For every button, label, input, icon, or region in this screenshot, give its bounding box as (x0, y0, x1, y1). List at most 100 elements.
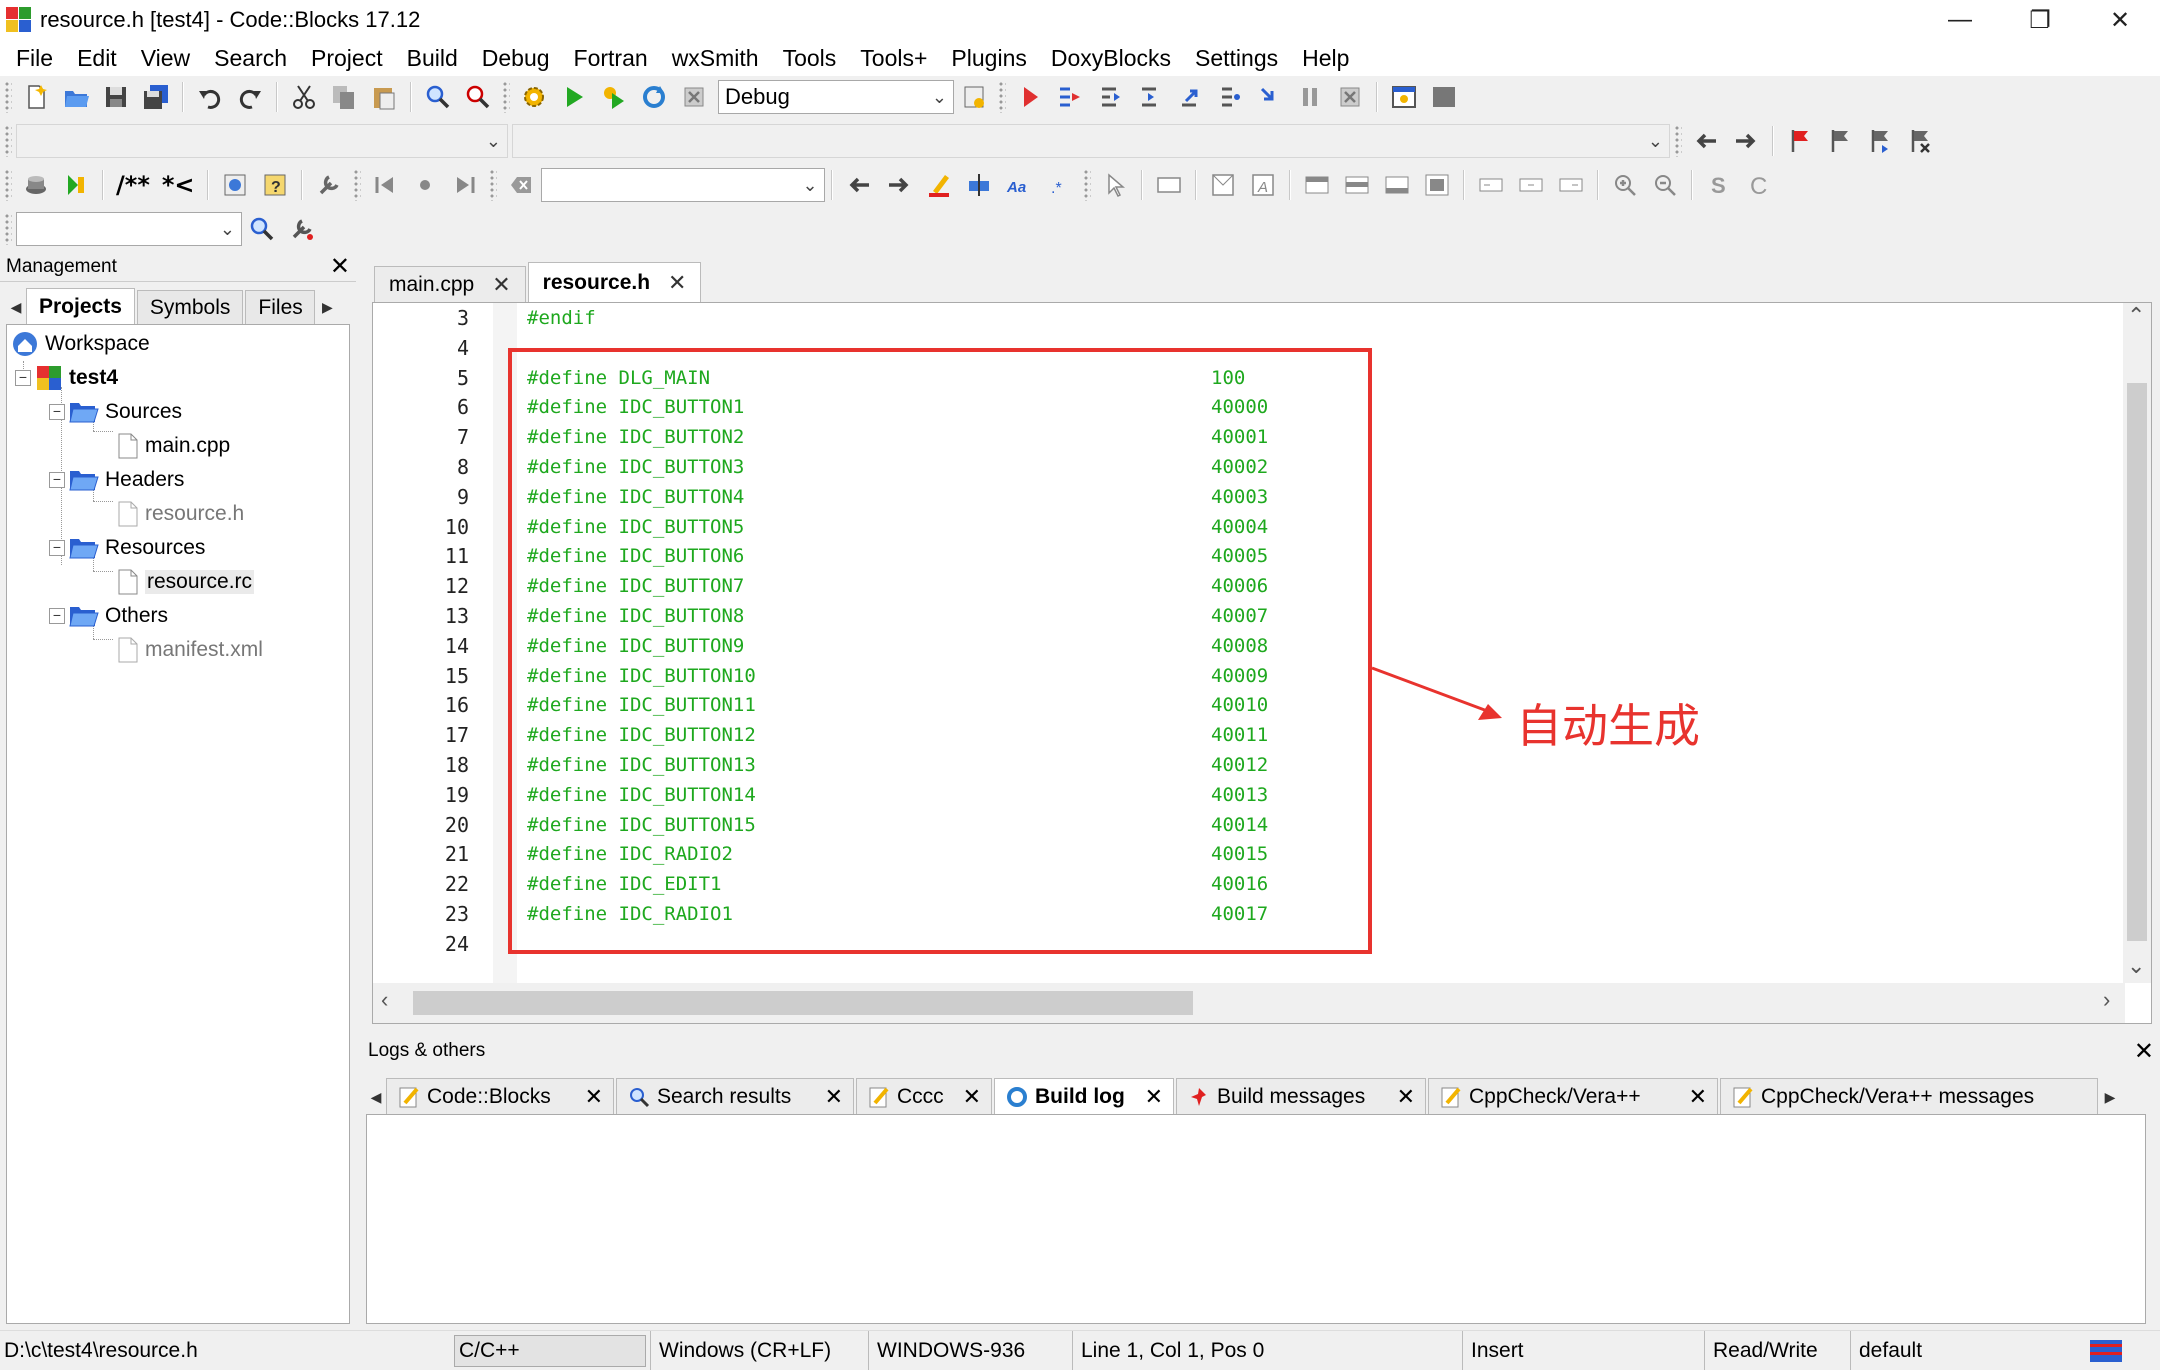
close-icon[interactable]: ✕ (668, 270, 686, 296)
menu-search[interactable]: Search (202, 40, 299, 76)
menu-tools[interactable]: Tools (771, 40, 849, 76)
code-line[interactable]: 6 #define IDC_BUTTON1 40000 (373, 392, 1268, 422)
tab-files[interactable]: Files (245, 290, 316, 324)
step-into-instruction-icon[interactable] (1252, 79, 1288, 115)
save-all-icon[interactable] (138, 79, 174, 115)
jump-forward-icon[interactable] (1728, 123, 1764, 159)
highlight-icon[interactable] (921, 167, 957, 203)
search-go-icon[interactable] (244, 211, 280, 247)
code-line[interactable]: 21 #define IDC_RADIO2 40015 (373, 839, 1268, 869)
chm-help-icon[interactable]: ? (257, 167, 293, 203)
tab-scroll-left-icon[interactable]: ◀ (6, 290, 26, 324)
close-icon[interactable]: ✕ (330, 252, 350, 281)
text-tool-icon[interactable]: A (1245, 167, 1281, 203)
tab-codeblocks-log[interactable]: Code::Blocks ✕ (386, 1078, 614, 1114)
code-line[interactable]: 10 #define IDC_BUTTON5 40004 (373, 512, 1268, 542)
toolbar-grip[interactable] (4, 125, 12, 157)
minimize-button[interactable]: — (1920, 0, 2000, 40)
pause-icon[interactable] (1292, 79, 1328, 115)
frame-left-icon[interactable] (1473, 167, 1509, 203)
tab-scroll-right-icon[interactable]: ▶ (2100, 1080, 2120, 1114)
collapse-icon[interactable]: − (49, 540, 65, 556)
undo-icon[interactable] (192, 79, 228, 115)
new-file-icon[interactable] (18, 79, 54, 115)
toolbar-grip[interactable] (4, 81, 12, 113)
tree-item-resource-h[interactable]: resource.h (117, 497, 244, 531)
menu-debug[interactable]: Debug (470, 40, 562, 76)
zoom-in-icon[interactable] (1607, 167, 1643, 203)
line-comment-button[interactable]: *< (162, 171, 195, 199)
menu-fortran[interactable]: Fortran (562, 40, 660, 76)
tab-symbols[interactable]: Symbols (136, 290, 244, 324)
tree-item-resource-rc[interactable]: resource.rc (117, 565, 255, 599)
tab-main-cpp[interactable]: main.cpp ✕ (374, 266, 526, 302)
tree-item-headers[interactable]: − Headers (49, 463, 184, 497)
tab-search-results[interactable]: Search results ✕ (616, 1078, 854, 1114)
collapse-icon[interactable]: − (49, 608, 65, 624)
match-case-icon[interactable]: Aa (1001, 167, 1037, 203)
toolbar-grip[interactable] (1674, 125, 1682, 157)
menu-view[interactable]: View (129, 40, 202, 76)
scroll-up-icon[interactable]: ⌃ (2127, 303, 2145, 329)
jump-back-icon[interactable] (1688, 123, 1724, 159)
goto-start-icon[interactable] (367, 167, 403, 203)
c-tool-icon[interactable]: C (1741, 167, 1777, 203)
doxywizard-icon[interactable] (18, 167, 54, 203)
code-line[interactable]: 13 #define IDC_BUTTON8 40007 (373, 601, 1268, 631)
scroll-right-icon[interactable]: › (2103, 987, 2110, 1013)
close-icon[interactable]: ✕ (492, 272, 510, 298)
close-icon[interactable]: ✕ (1689, 1084, 1707, 1110)
build-and-run-icon[interactable] (596, 79, 632, 115)
record-icon[interactable] (407, 167, 443, 203)
tab-cccc[interactable]: Cccc ✕ (856, 1078, 992, 1114)
toolbar-grip[interactable] (352, 169, 361, 201)
next-bookmark-icon[interactable] (1862, 123, 1898, 159)
next-instruction-icon[interactable] (1212, 79, 1248, 115)
tab-build-messages[interactable]: Build messages ✕ (1176, 1078, 1426, 1114)
menu-help[interactable]: Help (1290, 40, 1361, 76)
search-prev-icon[interactable] (841, 167, 877, 203)
quick-search-select[interactable]: ⌄ (16, 212, 242, 246)
menu-wxsmith[interactable]: wxSmith (660, 40, 771, 76)
menu-build[interactable]: Build (395, 40, 470, 76)
menu-edit[interactable]: Edit (65, 40, 129, 76)
build-gear-icon[interactable] (516, 79, 552, 115)
code-line[interactable]: 12 #define IDC_BUTTON7 40006 (373, 571, 1268, 601)
step-into-icon[interactable] (1132, 79, 1168, 115)
close-icon[interactable]: ✕ (825, 1084, 843, 1110)
paste-icon[interactable] (366, 79, 402, 115)
code-line[interactable]: 4 (373, 333, 469, 363)
align-bottom-icon[interactable] (1379, 167, 1415, 203)
tab-cppcheck[interactable]: CppCheck/Vera++ ✕ (1428, 1078, 1718, 1114)
tab-scroll-left-icon[interactable]: ◀ (366, 1080, 386, 1114)
tree-item-project-test4[interactable]: − test4 (15, 361, 118, 395)
code-line[interactable]: 9 #define IDC_BUTTON4 40003 (373, 482, 1268, 512)
run-icon[interactable] (556, 79, 592, 115)
code-line[interactable]: 14 #define IDC_BUTTON9 40008 (373, 631, 1268, 661)
align-top-icon[interactable] (1299, 167, 1335, 203)
zoom-out-icon[interactable] (1647, 167, 1683, 203)
code-line[interactable]: 15 #define IDC_BUTTON10 40009 (373, 661, 1268, 691)
close-icon[interactable]: ✕ (2134, 1037, 2154, 1066)
code-line[interactable]: 8 #define IDC_BUTTON3 40002 (373, 452, 1268, 482)
html-docs-icon[interactable] (217, 167, 253, 203)
collapse-icon[interactable]: − (49, 472, 65, 488)
copy-icon[interactable] (326, 79, 362, 115)
scope-select[interactable]: ⌄ (16, 124, 508, 158)
code-line[interactable]: 16 #define IDC_BUTTON11 40010 (373, 690, 1268, 720)
close-icon[interactable]: ✕ (963, 1084, 981, 1110)
clear-bookmarks-icon[interactable] (1902, 123, 1938, 159)
menu-project[interactable]: Project (299, 40, 395, 76)
prev-bookmark-icon[interactable] (1822, 123, 1858, 159)
close-icon[interactable]: ✕ (1145, 1084, 1163, 1110)
pointer-icon[interactable] (1097, 167, 1133, 203)
close-icon[interactable]: ✕ (1397, 1084, 1415, 1110)
menu-plugins[interactable]: Plugins (939, 40, 1038, 76)
code-line[interactable]: 7 #define IDC_BUTTON2 40001 (373, 422, 1268, 452)
incremental-search-clear-icon[interactable] (503, 167, 539, 203)
frame-center-icon[interactable] (1513, 167, 1549, 203)
tree-item-others[interactable]: − Others (49, 599, 168, 633)
open-file-icon[interactable] (58, 79, 94, 115)
stop-debug-icon[interactable] (1332, 79, 1368, 115)
build-log-output[interactable] (366, 1114, 2146, 1324)
